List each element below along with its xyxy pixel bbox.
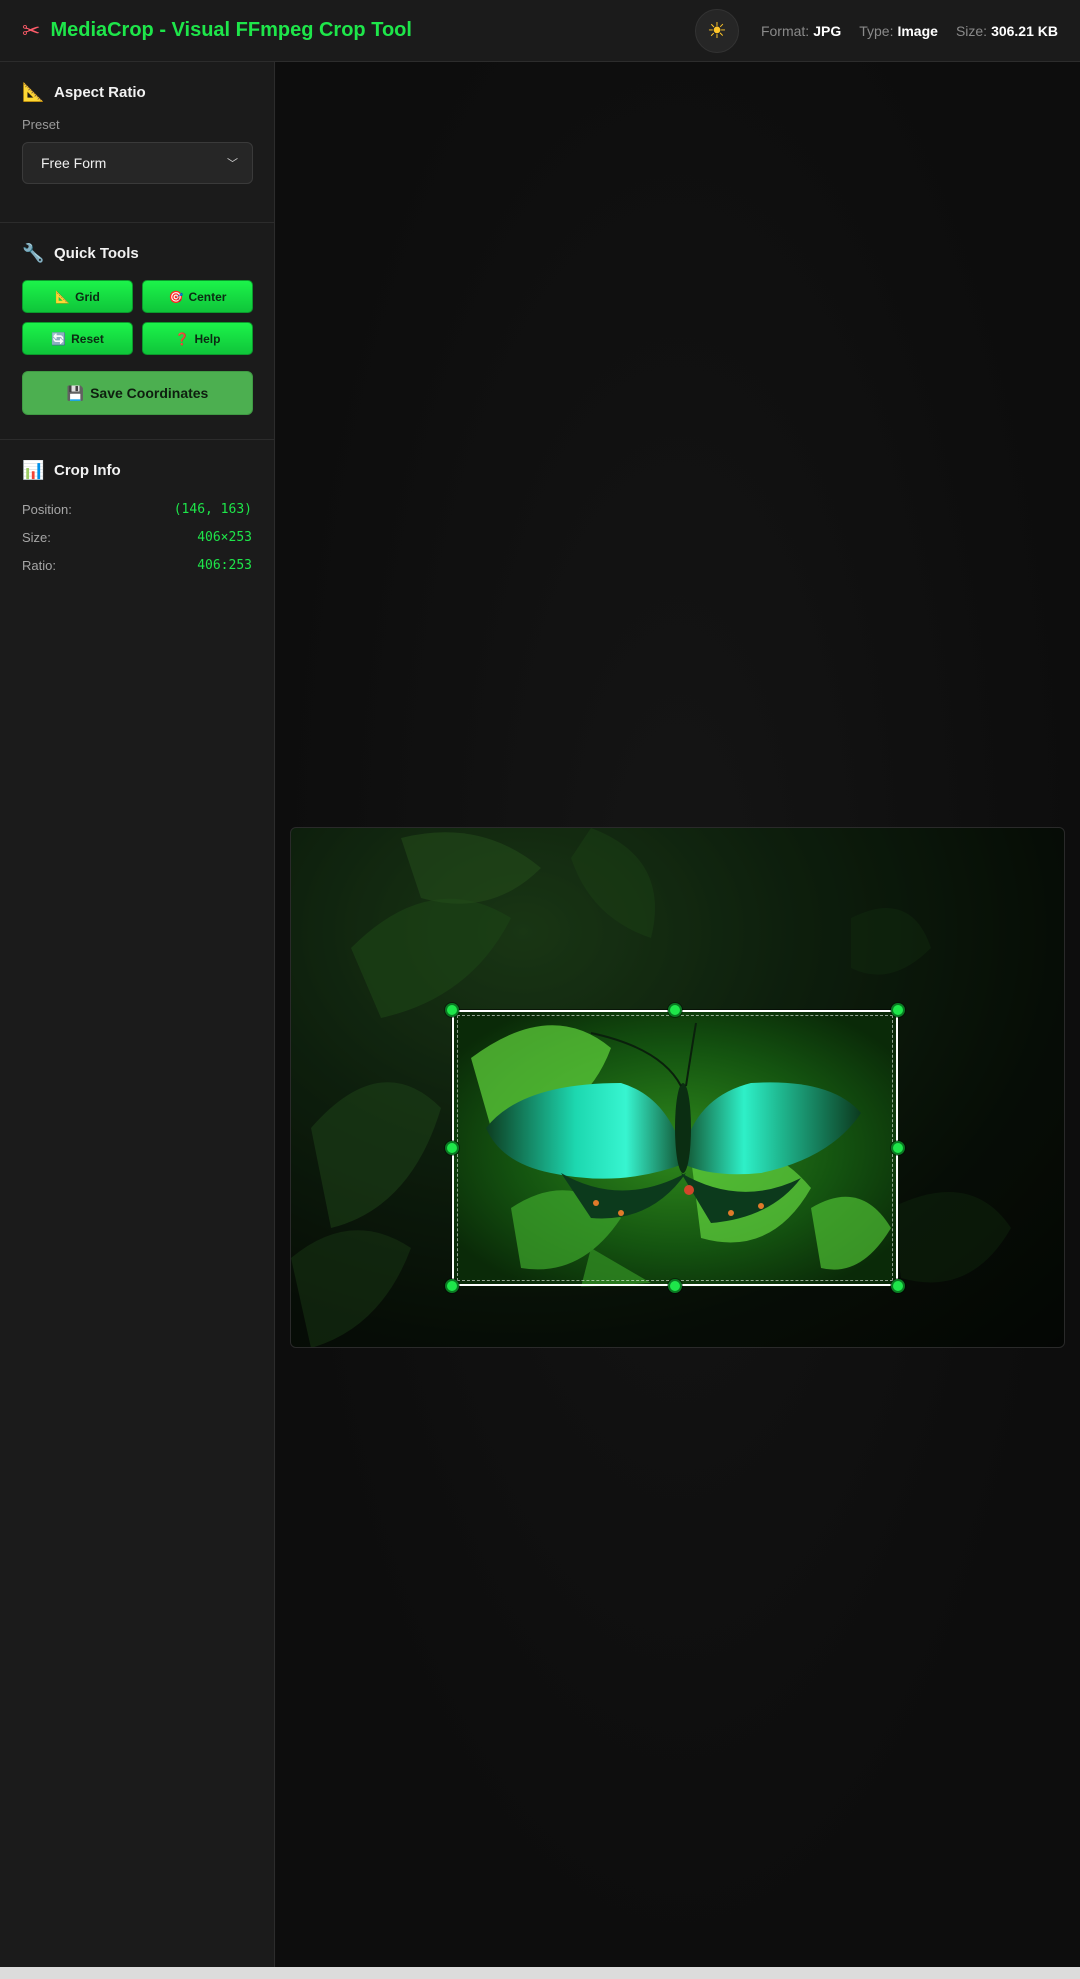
type-value: Image [897, 22, 938, 39]
save-coordinates-button[interactable]: 💾 Save Coordinates [22, 371, 253, 415]
crop-handle-top-right[interactable] [891, 1003, 905, 1017]
crop-size-value: 406×253 [197, 529, 252, 545]
floppy-disk-icon: 💾 [66, 384, 85, 401]
crop-handle-top-left[interactable] [445, 1003, 459, 1017]
app-title-group: ✂ MediaCrop - Visual FFmpeg Crop Tool [22, 18, 412, 44]
tool-grid: 📐 Grid 🎯 Center 🔄 Reset ❓ Help [22, 280, 253, 355]
bottom-edge [0, 1967, 1080, 1979]
app-title: MediaCrop - Visual FFmpeg Crop Tool [50, 19, 412, 41]
scissors-icon: ✂ [22, 17, 41, 43]
chart-icon: 📊 [22, 460, 45, 480]
preset-value: Free Form [41, 155, 107, 171]
crop-handle-bottom[interactable] [668, 1279, 682, 1293]
crop-handle-bottom-left[interactable] [445, 1279, 459, 1293]
center-button[interactable]: 🎯 Center [142, 280, 253, 313]
ruler-icon: 📐 [55, 289, 71, 304]
dim-overlay-left [291, 1011, 453, 1287]
aspect-ratio-section: 📐 Aspect Ratio Preset Free Form ﹀ [0, 62, 274, 223]
crop-info-section: 📊 Crop Info Position: (146, 163) Size: 4… [0, 440, 274, 603]
ratio-value: 406:253 [197, 557, 252, 573]
question-icon: ❓ [174, 331, 190, 346]
chevron-down-icon: ﹀ [227, 158, 238, 170]
quick-tools-title: 🔧 Quick Tools [22, 243, 139, 263]
crop-selection[interactable] [445, 1003, 905, 1293]
wrench-icon: 🔧 [22, 243, 45, 263]
ruler-icon: 📐 [22, 82, 45, 102]
position-row: Position: (146, 163) [22, 501, 252, 517]
format-value: JPG [813, 22, 842, 39]
size-meta: Size: 306.21 KB [955, 22, 1058, 39]
crop-handle-right[interactable] [891, 1141, 905, 1155]
help-button[interactable]: ❓ Help [142, 322, 253, 355]
size-row: Size: 406×253 [22, 529, 252, 545]
top-bar: ✂ MediaCrop - Visual FFmpeg Crop Tool ☀ … [0, 0, 1080, 62]
crop-handle-left[interactable] [445, 1141, 459, 1155]
preset-select[interactable]: Free Form ﹀ [22, 142, 253, 184]
type-meta: Type: Image [859, 22, 938, 39]
theme-toggle-button[interactable]: ☀ [694, 8, 739, 53]
crop-guide [457, 1015, 893, 1281]
target-icon: 🎯 [168, 289, 184, 304]
file-meta: ☀ Format: JPG Type: Image Size: 306.21 KB [694, 8, 1058, 53]
crop-handle-top[interactable] [668, 1003, 682, 1017]
reset-button[interactable]: 🔄 Reset [22, 322, 133, 355]
format-meta: Format: JPG [760, 22, 842, 39]
crop-info-title: 📊 Crop Info [22, 460, 121, 480]
refresh-icon: 🔄 [51, 331, 67, 346]
dim-overlay-top [291, 828, 1064, 1011]
preset-label: Preset [22, 117, 60, 132]
size-value: 306.21 KB [991, 22, 1058, 39]
ratio-row: Ratio: 406:253 [22, 557, 252, 573]
aspect-ratio-title: 📐 Aspect Ratio [22, 82, 146, 102]
grid-button[interactable]: 📐 Grid [22, 280, 133, 313]
dim-overlay-bottom [291, 1287, 1064, 1347]
sun-icon: ☀ [707, 17, 727, 43]
dim-overlay-right [899, 1011, 1064, 1287]
quick-tools-section: 🔧 Quick Tools 📐 Grid 🎯 Center 🔄 Reset ❓ … [0, 223, 274, 440]
position-value: (146, 163) [173, 501, 252, 517]
crop-handle-bottom-right[interactable] [891, 1279, 905, 1293]
sidebar: 📐 Aspect Ratio Preset Free Form ﹀ 🔧 Quic… [0, 62, 275, 1967]
